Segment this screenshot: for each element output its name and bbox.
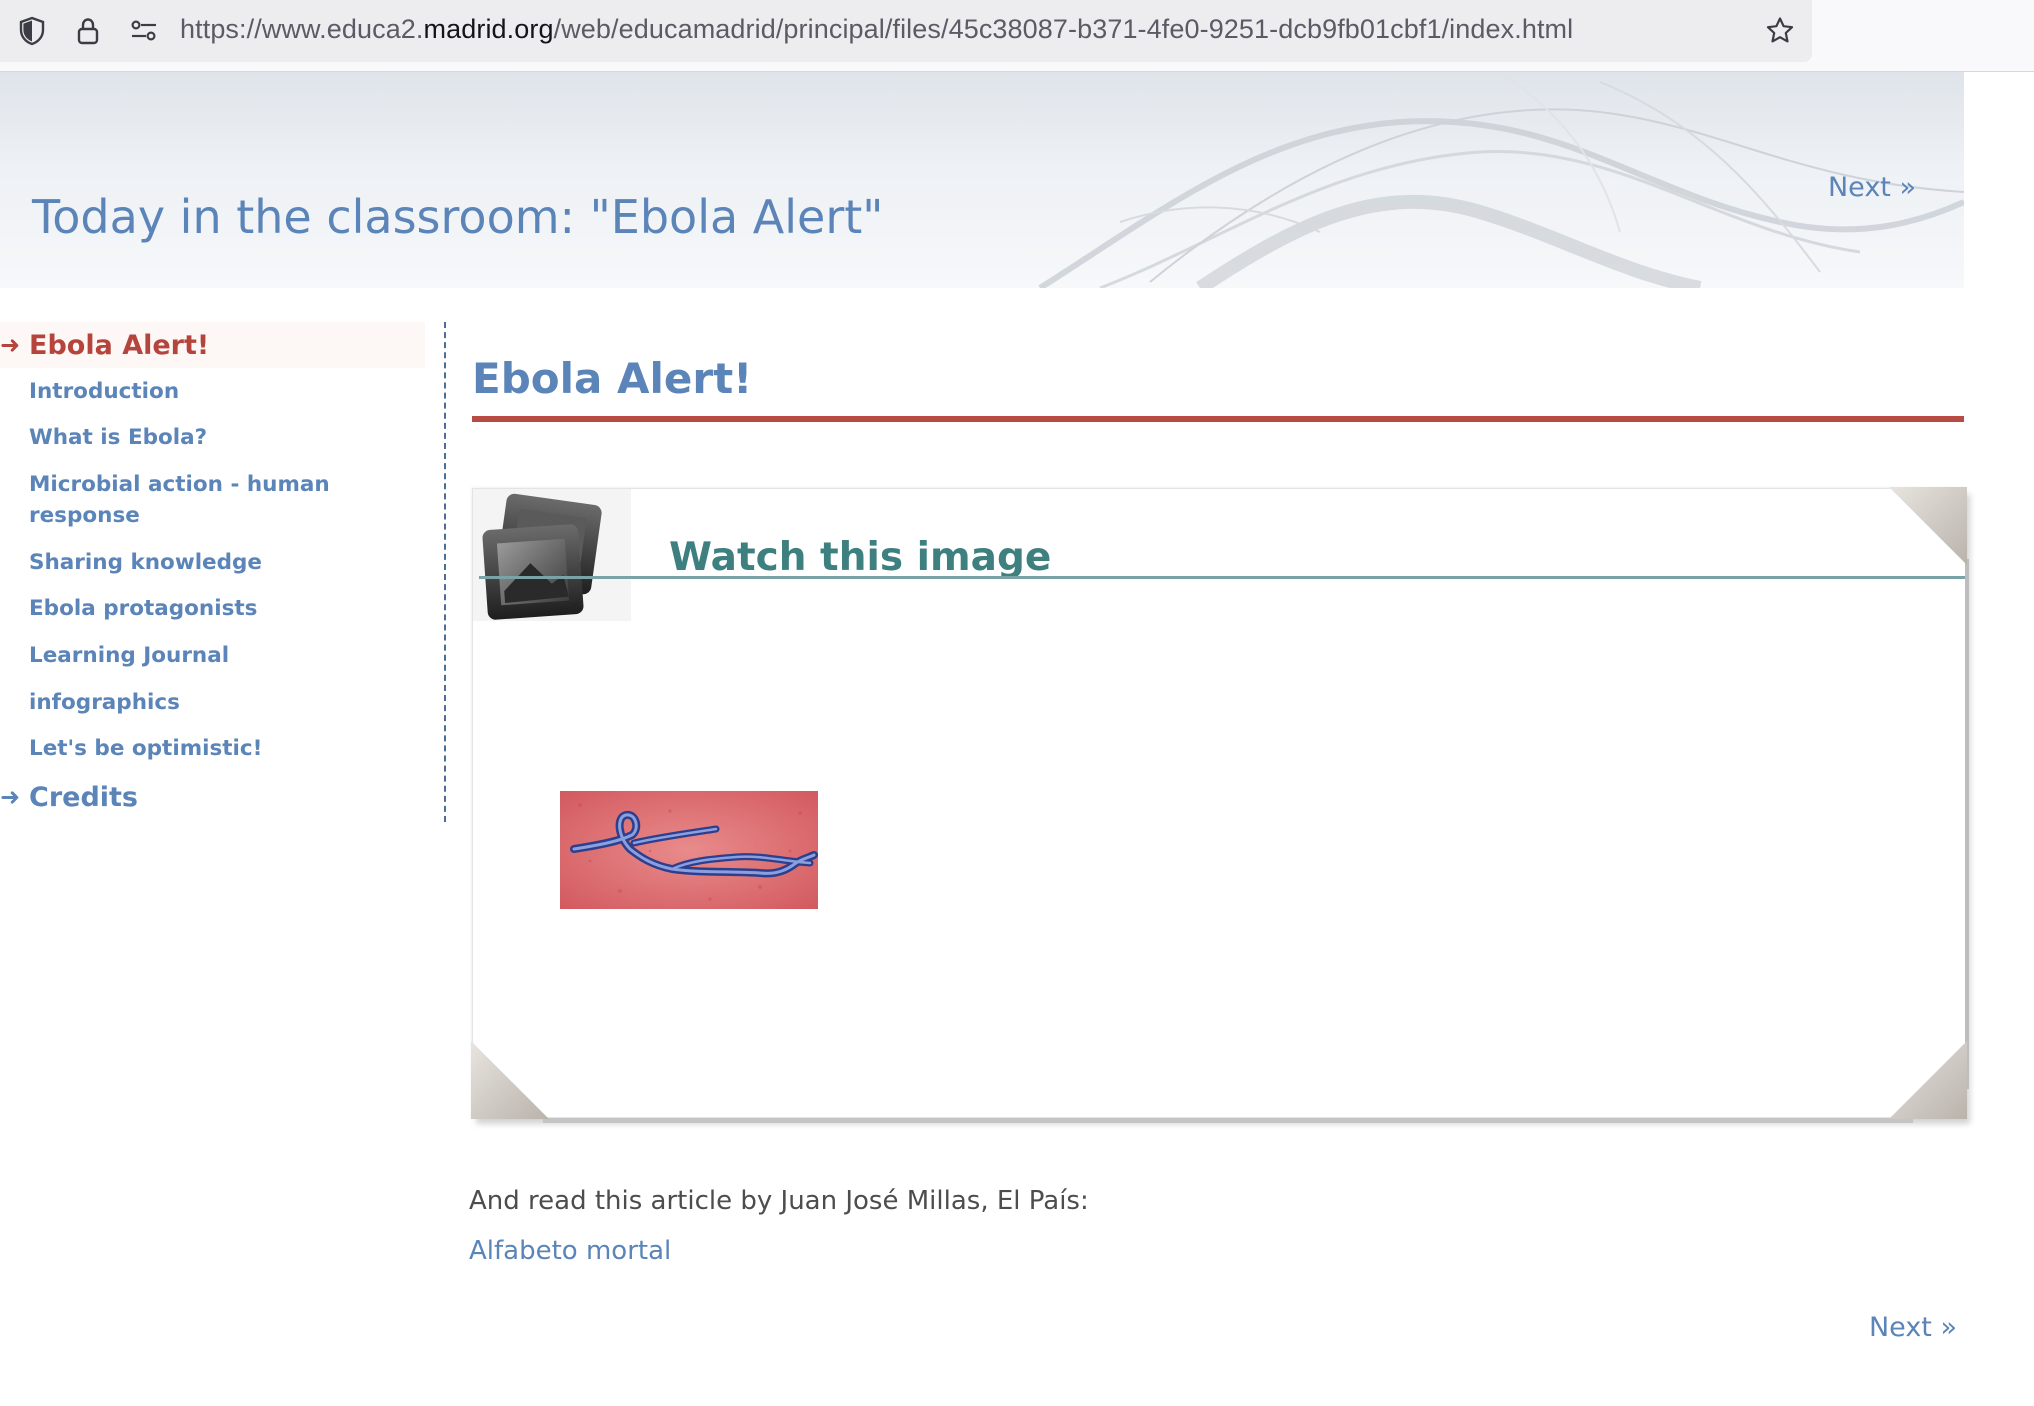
bookmark-star-icon[interactable]: [1764, 15, 1796, 47]
sidebar-item-label: Let's be optimistic!: [29, 736, 263, 761]
sidebar-item-learning-journal[interactable]: Learning Journal: [0, 640, 425, 671]
sidebar-item-lets-be-optimistic[interactable]: Let's be optimistic!: [0, 733, 425, 764]
photo-corner-icon: [471, 1041, 549, 1119]
arrow-right-icon: ➜: [0, 783, 21, 811]
article-link[interactable]: Alfabeto mortal: [469, 1236, 671, 1266]
arrow-right-icon: ➜: [0, 331, 21, 359]
sidebar-item-label: What is Ebola?: [29, 425, 208, 450]
article-intro-text: And read this article by Juan José Milla…: [469, 1186, 1089, 1216]
browser-toolbar: https://www.educa2.madrid.org/web/educam…: [0, 0, 2034, 72]
url-text[interactable]: https://www.educa2.madrid.org/web/educam…: [180, 14, 1573, 45]
shield-icon[interactable]: [16, 15, 48, 47]
header-banner: Today in the classroom: "Ebola Alert" Ne…: [0, 72, 1964, 288]
sidebar-item-what-is-ebola[interactable]: What is Ebola?: [0, 422, 425, 453]
page-title: Ebola Alert!: [472, 354, 753, 403]
sidebar-item-label: Learning Journal: [29, 643, 230, 668]
url-prefix: https://www.educa2.: [180, 14, 424, 44]
sidebar-item-ebola-protagonists[interactable]: Ebola protagonists: [0, 593, 425, 624]
sidebar-item-label: Credits: [29, 782, 139, 813]
sidebar-item-introduction[interactable]: Introduction: [0, 376, 425, 407]
sidebar-item-microbial-action[interactable]: Microbial action - human response: [0, 469, 425, 531]
image-panel: Watch this image: [471, 487, 1969, 1123]
lock-icon[interactable]: [72, 15, 104, 47]
sidebar-item-label: Microbial action - human response: [29, 472, 330, 528]
panel-edge: [543, 1118, 1913, 1123]
panel-edge: [1965, 559, 1969, 1089]
photo-corner-icon: [1889, 487, 1967, 565]
url-path: /web/educamadrid/principal/files/45c3808…: [553, 14, 1574, 44]
address-bar[interactable]: https://www.educa2.madrid.org/web/educam…: [0, 0, 1812, 62]
sidebar-item-ebola-alert[interactable]: ➜ Ebola Alert!: [0, 322, 425, 368]
panel-divider: [479, 576, 1965, 579]
sidebar-item-label: infographics: [29, 690, 180, 715]
photo-corner-icon: [1889, 1041, 1967, 1119]
banner-title: Today in the classroom: "Ebola Alert": [32, 190, 884, 244]
next-link-bottom[interactable]: Next »: [1869, 1312, 1957, 1343]
site-permissions-icon[interactable]: [128, 15, 160, 47]
panel-heading: Watch this image: [669, 535, 1052, 580]
sidebar-item-label: Sharing knowledge: [29, 550, 263, 575]
sidebar-item-infographics[interactable]: infographics: [0, 687, 425, 718]
sidebar-item-label: Ebola Alert!: [29, 330, 210, 361]
sidebar-item-label: Introduction: [29, 379, 180, 404]
sidebar-item-sharing-knowledge[interactable]: Sharing knowledge: [0, 547, 425, 578]
title-divider: [472, 416, 1964, 422]
sidebar-nav: ➜ Ebola Alert! Introduction What is Ebol…: [0, 322, 446, 822]
banner-decoration: [1038, 72, 1964, 288]
ebola-virus-image: [560, 791, 818, 909]
sidebar-item-credits[interactable]: ➜ Credits: [0, 774, 425, 820]
url-host: madrid.org: [423, 14, 554, 44]
sidebar-item-label: Ebola protagonists: [29, 596, 258, 621]
image-frame-icon: [482, 493, 602, 620]
next-link-top[interactable]: Next »: [1828, 172, 1916, 203]
